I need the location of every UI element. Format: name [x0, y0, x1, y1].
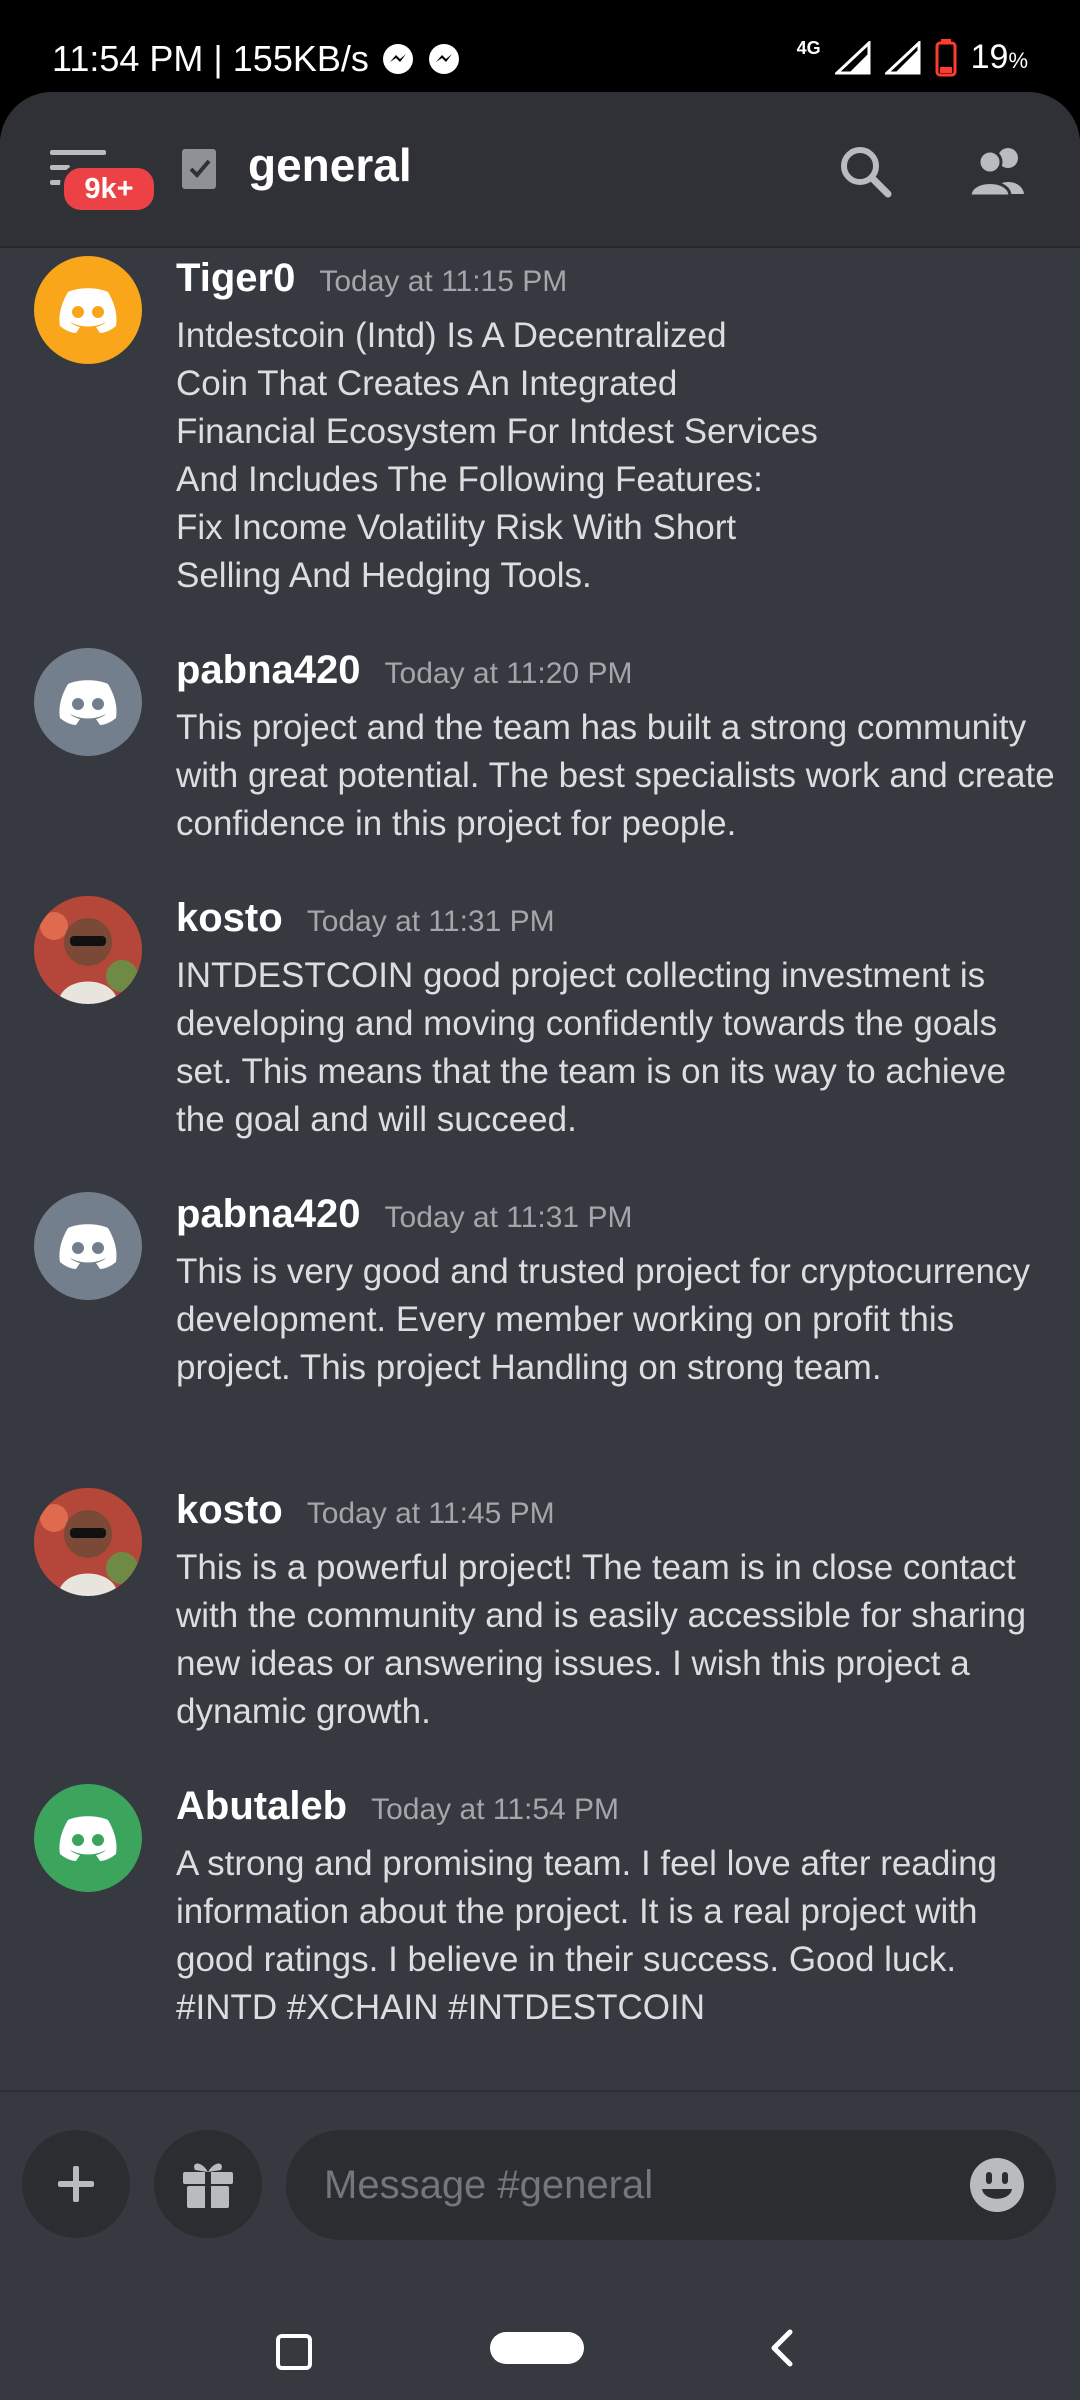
plus-icon — [58, 2166, 94, 2202]
discord-logo-icon — [59, 1816, 117, 1861]
message-list[interactable]: Tiger0 Today at 11:15 PM Intdestcoin (In… — [0, 246, 1080, 2196]
message-timestamp: Today at 11:31 PM — [384, 1201, 633, 1234]
gift-button[interactable] — [154, 2130, 262, 2238]
emoji-icon[interactable] — [968, 2156, 1026, 2214]
message-timestamp: Today at 11:54 PM — [371, 1793, 620, 1826]
avatar[interactable] — [34, 648, 142, 756]
message-text: This project and the team has built a st… — [176, 708, 1055, 843]
discord-app: 9k+ general Tiger0 Today at 11:15 PM Int… — [0, 92, 1080, 2400]
system-nav-bar — [0, 2238, 1080, 2400]
status-time-speed: 11:54 PM | 155KB/s — [52, 38, 369, 79]
avatar[interactable] — [34, 256, 142, 364]
battery-icon — [935, 38, 957, 76]
members-icon[interactable] — [966, 144, 1028, 198]
message-text: This is a powerful project! The team is … — [176, 1548, 1027, 1731]
avatar[interactable] — [34, 896, 142, 1004]
channel-icon — [182, 149, 216, 189]
add-attachment-button[interactable] — [22, 2130, 130, 2238]
message-timestamp: Today at 11:20 PM — [384, 657, 633, 690]
home-button[interactable] — [490, 2332, 584, 2364]
message-timestamp: Today at 11:45 PM — [306, 1497, 555, 1530]
message-author[interactable]: kosto — [176, 896, 283, 941]
message-author[interactable]: Tiger0 — [176, 256, 295, 301]
user-photo-icon — [34, 896, 142, 1004]
status-left: 11:54 PM | 155KB/s — [52, 38, 461, 80]
recents-button[interactable] — [276, 2334, 312, 2370]
message-author[interactable]: Abutaleb — [176, 1784, 347, 1829]
discord-logo-icon — [59, 288, 117, 333]
message-text: This is very good and trusted project fo… — [176, 1252, 1030, 1387]
gift-icon — [183, 2163, 233, 2208]
message-input-placeholder: Message #general — [324, 2162, 654, 2207]
search-icon[interactable] — [838, 144, 892, 198]
message-author[interactable]: pabna420 — [176, 1192, 361, 1237]
message-text: INTDESTCOIN good project collecting inve… — [176, 956, 1007, 1139]
user-photo-icon — [34, 1488, 142, 1596]
status-bar: 11:54 PM | 155KB/s 4G 19% — [0, 0, 1080, 92]
message-input[interactable]: Message #general — [286, 2130, 1056, 2240]
message-author[interactable]: kosto — [176, 1488, 283, 1533]
network-type: 4G — [796, 38, 821, 58]
messenger-icon — [428, 44, 459, 74]
channel-title: general — [248, 139, 412, 191]
battery-level: 19% — [970, 38, 1028, 76]
unread-badge: 9k+ — [60, 164, 158, 214]
message-timestamp: Today at 11:31 PM — [306, 905, 555, 938]
back-icon[interactable] — [766, 2328, 796, 2368]
message-author[interactable]: pabna420 — [176, 648, 361, 693]
messenger-icon — [382, 44, 413, 74]
message-timestamp: Today at 11:15 PM — [319, 265, 568, 298]
message-text: A strong and promising team. I feel love… — [176, 1844, 998, 2027]
channel-header: 9k+ general — [0, 92, 1080, 248]
signal-icon — [884, 40, 921, 74]
message-text: Intdestcoin (Intd) Is A Decentralized Co… — [176, 316, 818, 595]
avatar[interactable] — [34, 1488, 142, 1596]
status-right: 4G 19% — [797, 38, 1028, 77]
avatar[interactable] — [34, 1192, 142, 1300]
avatar[interactable] — [34, 1784, 142, 1892]
discord-logo-icon — [59, 680, 117, 725]
signal-icon — [834, 40, 871, 74]
discord-logo-icon — [59, 1224, 117, 1269]
